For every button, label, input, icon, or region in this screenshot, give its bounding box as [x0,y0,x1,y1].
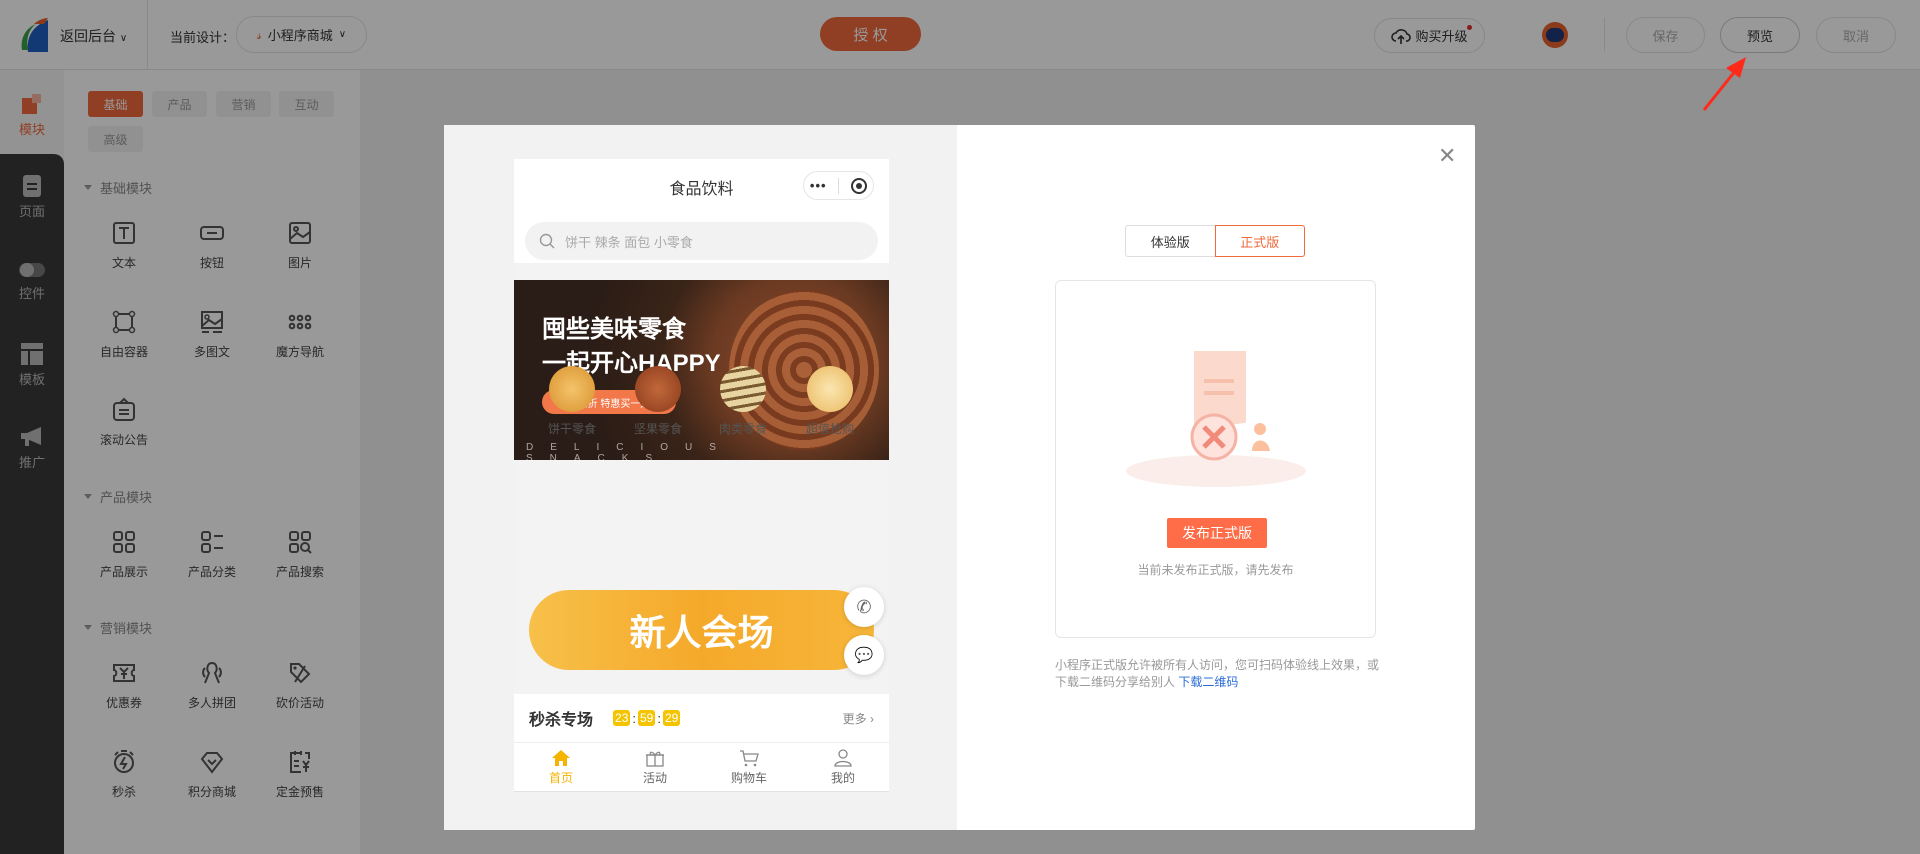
wechat-icon: 💬 [854,647,874,664]
download-qrcode-link[interactable]: 下载二维码 [1178,675,1238,689]
close-target-icon [851,177,868,194]
publish-release-button[interactable]: 发布正式版 [1167,518,1267,548]
gift-icon [646,751,664,767]
release-card: 发布正式版 当前未发布正式版，请先发布 [1055,280,1376,638]
tabbar-mine[interactable]: 我的 [796,743,889,786]
cart-icon [740,750,759,767]
tabbar-home[interactable]: 首页 [514,743,608,786]
capsule-menu[interactable]: ••• [803,171,874,200]
tab-bar: 首页 活动 购物车 我的 [514,742,889,791]
search-icon [539,233,555,249]
search-input[interactable]: 饼干 辣条 面包 小零食 [525,222,878,260]
arrow-head-icon [1726,57,1746,78]
phone-preview: 食品饮料 ••• 饼干 辣条 面包 小零食 囤些美味零食 一起开心HAPPY 全场… [514,159,889,792]
home-icon [552,750,570,766]
tabbar-activity[interactable]: 活动 [608,743,702,786]
flash-sale-header: 秒杀专场 23:59:29 更多 › [514,694,889,742]
category-meat[interactable]: 肉类零食 [703,366,783,437]
tab-trial-version[interactable]: 体验版 [1125,225,1215,257]
preview-modal: 食品饮料 ••• 饼干 辣条 面包 小零食 囤些美味零食 一起开心HAPPY 全场… [444,125,1475,830]
tab-release-version[interactable]: 正式版 [1214,225,1305,257]
flash-sale-title: 秒杀专场 [529,712,594,729]
not-published-hint: 当前未发布正式版，请先发布 [1137,563,1294,577]
phone-call-button[interactable]: ✆ [844,587,884,627]
version-switch: 体验版 正式版 [1125,225,1305,257]
countdown-seconds: 29 [662,710,681,726]
banner-footer-text: DELICIOUS SNACKS [526,442,733,464]
user-icon [834,749,852,767]
search-placeholder: 饼干 辣条 面包 小零食 [565,234,693,250]
tabbar-cart[interactable]: 购物车 [702,743,796,786]
new-user-promo-banner[interactable]: 新人会场 [529,590,874,670]
close-icon[interactable]: ✕ [1438,143,1456,169]
wechat-button[interactable]: 💬 [844,635,884,675]
more-dots-icon: ••• [809,178,827,193]
phone-icon: ✆ [856,596,872,617]
category-nuts[interactable]: 坚果零食 [618,366,698,437]
not-published-illustration [1126,351,1306,487]
category-deals[interactable]: 超值抢购 [790,366,870,437]
countdown-hours: 23 [613,710,631,726]
category-biscuits[interactable]: 饼干零食 [532,366,612,437]
countdown-minutes: 59 [638,710,656,726]
more-link[interactable]: 更多 › [843,710,874,727]
release-description: 小程序正式版允许被所有人访问，您可扫码体验线上效果，或下载二维码分享给别人 下载… [1055,658,1380,689]
